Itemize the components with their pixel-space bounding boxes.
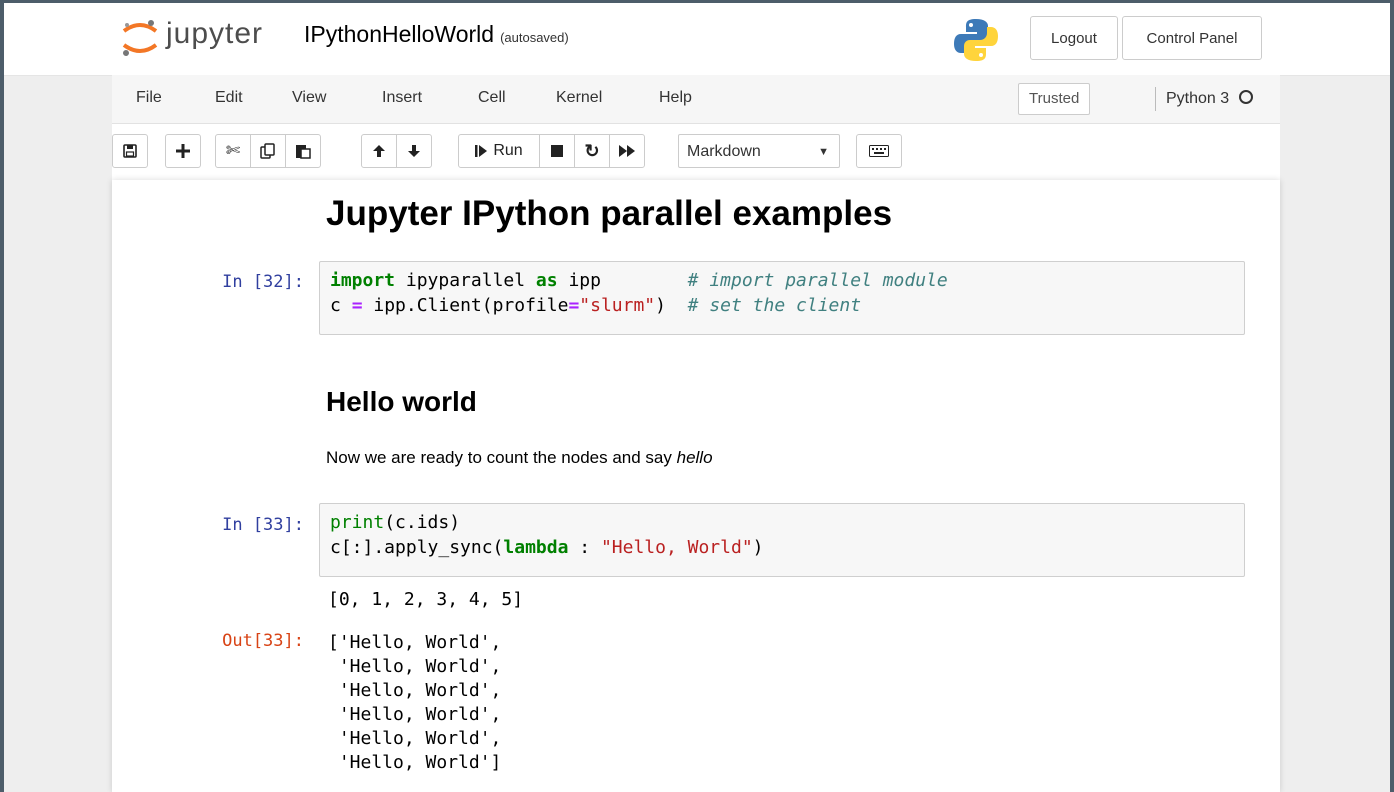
step-forward-icon [475, 145, 488, 157]
kernel-idle-icon [1239, 90, 1254, 104]
jupyter-logo-icon[interactable] [120, 17, 160, 59]
save-icon [123, 144, 137, 158]
arrow-up-icon [373, 145, 385, 157]
menu-bar: File Edit View Insert Cell Kernel Help T… [112, 75, 1280, 124]
copy-icon [260, 143, 275, 159]
fast-forward-icon [619, 145, 635, 157]
menu-view[interactable]: View [292, 89, 326, 107]
trusted-indicator[interactable]: Trusted [1018, 83, 1091, 115]
logout-button[interactable]: Logout [1030, 16, 1118, 60]
section-heading: Hello world [326, 386, 477, 417]
cell-2-stdout: [0, 1, 2, 3, 4, 5] [328, 589, 524, 610]
notebook-title[interactable]: IPythonHelloWorld (autosaved) [304, 21, 569, 48]
arrow-down-icon [408, 145, 420, 157]
keyboard-icon [869, 145, 889, 157]
restart-icon: ↻ [584, 140, 600, 161]
cell-1-input-prompt: In [32]: [222, 272, 304, 292]
interrupt-kernel-button[interactable] [539, 134, 575, 168]
menu-insert[interactable]: Insert [382, 89, 422, 107]
code-line: c[:].apply_sync(lambda : "Hello, World") [330, 537, 764, 558]
menu-edit[interactable]: Edit [215, 89, 243, 107]
copy-button[interactable] [250, 134, 286, 168]
python-logo-icon [954, 17, 998, 68]
menu-kernel[interactable]: Kernel [556, 89, 602, 107]
save-button[interactable] [112, 134, 148, 168]
code-line: import ipyparallel as ipp # import paral… [330, 270, 948, 291]
paste-button[interactable] [285, 134, 321, 168]
header-bar: jupyter IPythonHelloWorld (autosaved) Log… [4, 3, 1390, 76]
command-palette-button[interactable] [856, 134, 902, 168]
cell-type-value: Markdown [687, 143, 761, 160]
plus-icon [176, 144, 190, 158]
move-up-button[interactable] [361, 134, 397, 168]
menu-cell[interactable]: Cell [478, 89, 506, 107]
run-label: Run [493, 142, 523, 159]
code-line: c = ipp.Client(profile="slurm") # set th… [330, 295, 862, 316]
menu-file[interactable]: File [136, 89, 162, 107]
scissors-icon: ✄ [225, 141, 241, 160]
menu-help[interactable]: Help [659, 89, 692, 107]
cell-2-output-prompt: Out[33]: [222, 631, 304, 651]
code-line: print(c.ids) [330, 512, 461, 533]
kernel-indicator[interactable]: Python 3 [1155, 87, 1254, 111]
run-button[interactable]: Run [458, 134, 540, 168]
cut-button[interactable]: ✄ [215, 134, 251, 168]
restart-kernel-button[interactable]: ↻ [574, 134, 610, 168]
cell-2-result: ['Hello, World', 'Hello, World', 'Hello,… [328, 632, 502, 773]
paste-icon [296, 145, 311, 159]
notebook-name[interactable]: IPythonHelloWorld [304, 21, 494, 47]
notebook-container: Jupyter IPython parallel examples In [32… [112, 180, 1280, 792]
code-cell-1-editor[interactable]: import ipyparallel as ipp # import paral… [319, 261, 1245, 335]
restart-run-all-button[interactable] [609, 134, 645, 168]
jupyter-wordmark: jupyter [166, 17, 264, 50]
cell-2-input-prompt: In [33]: [222, 515, 304, 535]
toolbar: ✄ Run ↻ Markdown ▼ [112, 124, 1280, 180]
move-down-button[interactable] [396, 134, 432, 168]
kernel-name: Python 3 [1166, 90, 1230, 107]
caret-down-icon: ▼ [818, 146, 829, 158]
code-cell-2-editor[interactable]: print(c.ids) c[:].apply_sync(lambda : "H… [319, 503, 1245, 577]
control-panel-button[interactable]: Control Panel [1122, 16, 1262, 60]
cell-type-select[interactable]: Markdown ▼ [678, 134, 840, 168]
markdown-paragraph: Now we are ready to count the nodes and … [326, 448, 713, 467]
autosave-status: (autosaved) [500, 30, 569, 45]
notebook-heading: Jupyter IPython parallel examples [326, 194, 893, 233]
insert-cell-button[interactable] [165, 134, 201, 168]
stop-icon [551, 145, 563, 157]
